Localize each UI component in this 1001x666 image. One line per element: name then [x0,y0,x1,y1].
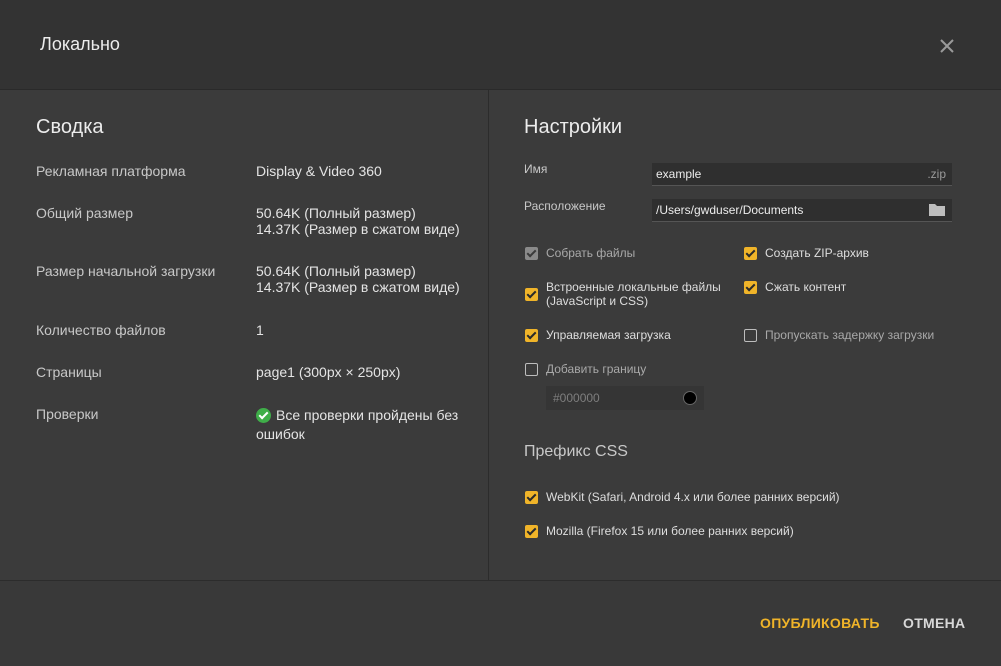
checkbox-checked-icon [525,525,538,538]
summary-value-checks: Все проверки пройдены без ошибок [256,406,471,444]
dialog-header: Локально [0,0,1001,90]
inline-local-files-checkbox[interactable]: Встроенные локальные файлы (JavaScript и… [525,280,721,308]
checkbox-checked-icon [744,247,757,260]
initial-load-full: 50.64K (Полный размер) [256,263,416,279]
dialog-footer: ОПУБЛИКОВАТЬ ОТМЕНА [0,580,1001,666]
close-icon [940,39,954,53]
summary-value-pages: page1 (300px × 250px) [256,364,401,380]
settings-title: Настройки [524,116,623,138]
summary-label-platform: Рекламная платформа [36,163,186,179]
webkit-prefix-checkbox[interactable]: WebKit (Safari, Android 4.x или более ра… [525,490,840,504]
summary-value-platform: Display & Video 360 [256,163,382,179]
compress-content-checkbox[interactable]: Сжать контент [744,280,846,294]
summary-label-pages: Страницы [36,364,102,380]
border-color-value: #000000 [553,391,600,405]
webkit-prefix-label: WebKit (Safari, Android 4.x или более ра… [546,490,840,504]
checkbox-checked-icon [525,329,538,342]
location-label: Расположение [524,199,606,213]
location-input[interactable] [656,202,916,218]
summary-label-file-count: Количество файлов [36,322,166,338]
summary-title: Сводка [36,116,104,138]
summary-value-file-count: 1 [256,322,264,338]
name-label: Имя [524,162,548,176]
managed-load-label: Управляемая загрузка [546,328,671,342]
inline-local-files-label: Встроенные локальные файлы (JavaScript и… [546,280,721,308]
checkbox-checked-icon [744,281,757,294]
check-circle-icon [256,408,271,423]
compress-content-label: Сжать контент [765,280,847,294]
skip-load-delay-label: Пропускать задержку загрузки [765,328,935,342]
publish-button[interactable]: ОПУБЛИКОВАТЬ [760,615,880,631]
border-color-field[interactable]: #000000 [546,386,704,410]
color-swatch-icon[interactable] [683,391,697,405]
add-border-checkbox[interactable]: Добавить границу [525,362,646,376]
dialog-body: Сводка Рекламная платформа Display & Vid… [0,90,1001,580]
name-input[interactable] [656,166,916,182]
vertical-divider [488,90,489,580]
summary-label-total-size: Общий размер [36,205,133,221]
checkbox-checked-disabled-icon [525,247,538,260]
checkbox-checked-icon [525,491,538,504]
total-size-full: 50.64K (Полный размер) [256,205,416,221]
name-field: .zip [652,163,952,186]
checkbox-checked-icon [525,288,538,301]
folder-icon[interactable] [928,202,946,217]
mozilla-prefix-checkbox[interactable]: Mozilla (Firefox 15 или более ранних вер… [525,524,794,538]
publish-dialog: Локально Сводка Рекламная платформа Disp… [0,0,1001,666]
checks-status-text: Все проверки пройдены без ошибок [256,407,459,442]
zip-suffix: .zip [927,167,946,181]
summary-value-initial-load: 50.64K (Полный размер) 14.37K (Размер в … [256,263,476,295]
summary-label-initial-load: Размер начальной загрузки [36,263,216,279]
add-border-label: Добавить границу [546,362,647,376]
create-zip-checkbox[interactable]: Создать ZIP-архив [744,246,869,260]
cancel-button[interactable]: ОТМЕНА [903,615,965,631]
skip-load-delay-checkbox[interactable]: Пропускать задержку загрузки [744,328,934,342]
summary-label-checks: Проверки [36,406,99,422]
collect-files-label: Собрать файлы [546,246,636,260]
checkbox-unchecked-icon [744,329,757,342]
summary-value-total-size: 50.64K (Полный размер) 14.37K (Размер в … [256,205,476,237]
css-prefix-title: Префикс CSS [524,443,628,460]
initial-load-compressed: 14.37K (Размер в сжатом виде) [256,279,460,295]
create-zip-label: Создать ZIP-архив [765,246,869,260]
total-size-compressed: 14.37K (Размер в сжатом виде) [256,221,460,237]
checkbox-unchecked-icon [525,363,538,376]
managed-load-checkbox[interactable]: Управляемая загрузка [525,328,671,342]
close-button[interactable] [935,34,959,58]
collect-files-checkbox[interactable]: Собрать файлы [525,246,635,260]
dialog-title: Локально [40,34,120,54]
location-field [652,199,952,222]
mozilla-prefix-label: Mozilla (Firefox 15 или более ранних вер… [546,524,794,538]
